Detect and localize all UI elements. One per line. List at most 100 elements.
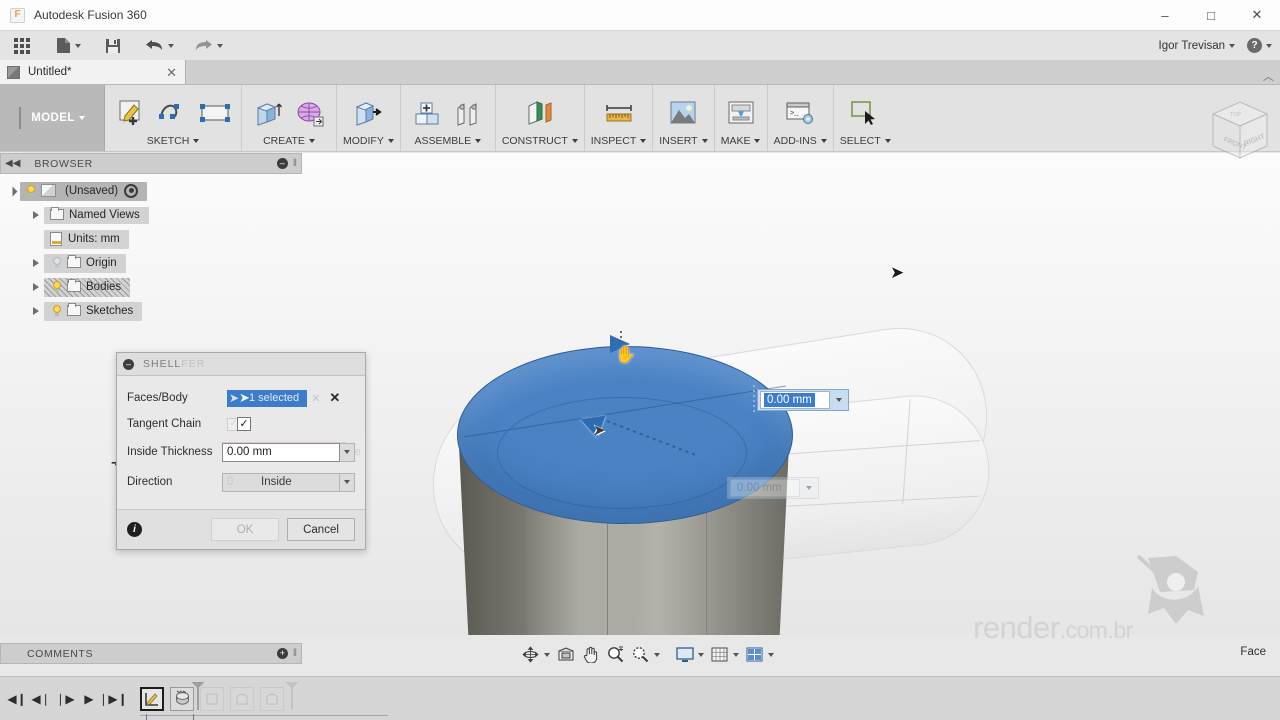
display-settings-button[interactable] [672,643,707,666]
measure-button[interactable] [599,93,639,133]
chevron-down-icon[interactable] [820,139,827,143]
timeline-end-marker[interactable] [291,683,293,710]
resize-grip-icon[interactable]: ‖ [293,648,297,659]
expander-collapsed-icon[interactable] [28,283,44,291]
cancel-button[interactable]: Cancel [287,518,355,541]
chevron-down-icon[interactable] [193,139,200,143]
document-tab[interactable]: Untitled* ✕ [0,60,186,84]
visibility-bulb-icon[interactable] [50,256,64,270]
timeline-go-to-end[interactable]: ❘▶❙ [98,686,127,712]
maximize-button[interactable]: □ [1188,0,1234,31]
timeline-step-back[interactable]: ◀❘ [30,686,52,712]
timeline-step-forward[interactable]: ❘▶ [54,686,76,712]
chevron-down-icon[interactable] [836,398,842,402]
chevron-down-icon[interactable] [640,139,647,143]
chevron-down-icon[interactable] [754,139,761,143]
orbit-button[interactable] [518,643,553,666]
chevron-down-icon[interactable] [884,139,891,143]
expander-collapsed-icon[interactable] [28,259,44,267]
pan-button[interactable] [578,643,603,666]
timeline-revolve-feature[interactable] [146,683,199,720]
visibility-bulb-icon[interactable] [50,280,64,294]
dimension-input-field[interactable]: 0.00 mm [760,391,830,409]
inside-thickness-input[interactable]: 0.00 mm [222,442,340,462]
tree-item-origin[interactable]: Origin [0,251,302,275]
tree-item-units[interactable]: Units: mm [0,227,302,251]
chevron-down-icon[interactable] [544,652,550,657]
workspace-selector[interactable]: MODEL [0,85,105,151]
view-cube[interactable]: FRONT RIGHT TOP [1203,96,1277,170]
save-button[interactable] [99,31,127,61]
script-addins-button[interactable]: >_ [780,93,820,133]
canvas-dimension-input[interactable]: 0.00 mm [757,389,849,411]
tangent-chain-checkbox[interactable]: ✓ [237,417,251,431]
activate-component-icon[interactable] [124,183,139,198]
chevron-down-icon[interactable] [768,652,774,657]
timeline-fillet-feature-3[interactable] [260,683,293,711]
add-comment-icon[interactable]: + [276,648,288,659]
undo-button[interactable] [139,31,180,61]
offset-plane-button[interactable] [520,93,560,133]
chevron-down-icon[interactable] [1266,43,1272,48]
tree-item-sketches[interactable]: Sketches [0,299,302,323]
zoom-button[interactable] [603,643,628,666]
viewports-button[interactable] [742,643,777,666]
app-grid-button[interactable] [8,31,36,61]
chevron-down-icon[interactable] [698,652,704,657]
user-name-label[interactable]: Igor Trevisan [1159,40,1225,52]
timeline-play[interactable]: ▶ [78,686,100,712]
tree-item-bodies[interactable]: Bodies [0,275,302,299]
tree-item-named-views[interactable]: Named Views [0,203,302,227]
timeline-fillet-feature-1[interactable] [200,686,224,711]
chevron-down-icon[interactable] [733,652,739,657]
insert-image-button[interactable] [663,93,703,133]
collapse-left-icon[interactable]: ◀◀ [5,158,20,169]
minimize-circle-icon[interactable]: – [123,358,134,370]
timeline-fillet-feature-2[interactable] [230,686,254,711]
spline-button[interactable] [153,93,193,133]
press-pull-button[interactable] [348,93,388,133]
direction-dropdown[interactable]: 0 Inside [222,472,340,492]
chevron-down-icon[interactable] [387,139,394,143]
timeline-marker[interactable] [197,683,199,710]
create-sketch-button[interactable] [111,93,151,133]
visibility-bulb-icon[interactable] [50,304,64,318]
chevron-down-icon[interactable] [654,652,660,657]
timeline-sketch-feature[interactable] [140,686,164,711]
look-at-button[interactable] [553,643,578,666]
new-file-button[interactable] [50,31,87,61]
chevron-down-icon[interactable] [475,139,482,143]
3d-print-button[interactable] [721,93,761,133]
help-icon[interactable]: ? [1247,38,1262,53]
rectangle-button[interactable] [195,93,235,133]
tree-item-unsaved[interactable]: (Unsaved) [0,179,302,203]
expander-open-icon[interactable] [4,186,20,196]
fit-button[interactable] [628,643,663,666]
close-icon[interactable]: ✕ [166,66,177,79]
clear-selection-button[interactable]: ✕ [329,390,340,406]
tabbar-collapse-icon[interactable]: ︿ [1263,68,1280,84]
faces-body-selection-chip[interactable]: ➤ ➤ 1 selected [227,389,308,407]
new-component-button[interactable] [407,93,447,133]
create-form-button[interactable] [290,93,330,133]
chevron-down-icon[interactable] [1229,43,1235,48]
extrude-button[interactable] [248,93,288,133]
chevron-down-icon[interactable] [701,139,708,143]
minimize-circle-icon[interactable]: – [276,158,288,169]
ok-button[interactable]: OK [211,518,279,541]
redo-button[interactable] [188,31,229,61]
resize-grip-icon[interactable]: ‖ [293,158,297,169]
direction-dropdown-button[interactable] [340,472,355,492]
info-icon[interactable]: i [127,522,142,537]
inside-thickness-dropdown-button[interactable] [340,442,355,462]
joint-button[interactable] [449,93,489,133]
expander-collapsed-icon[interactable] [28,211,44,219]
grid-snaps-button[interactable] [707,643,742,666]
chevron-down-icon[interactable] [308,139,315,143]
expander-collapsed-icon[interactable] [28,307,44,315]
visibility-bulb-icon[interactable] [24,184,38,198]
chevron-down-icon[interactable] [571,139,578,143]
select-button[interactable] [845,93,885,133]
timeline-go-to-beginning[interactable]: ◀❙ [6,686,28,712]
close-button[interactable]: ✕ [1234,0,1280,31]
